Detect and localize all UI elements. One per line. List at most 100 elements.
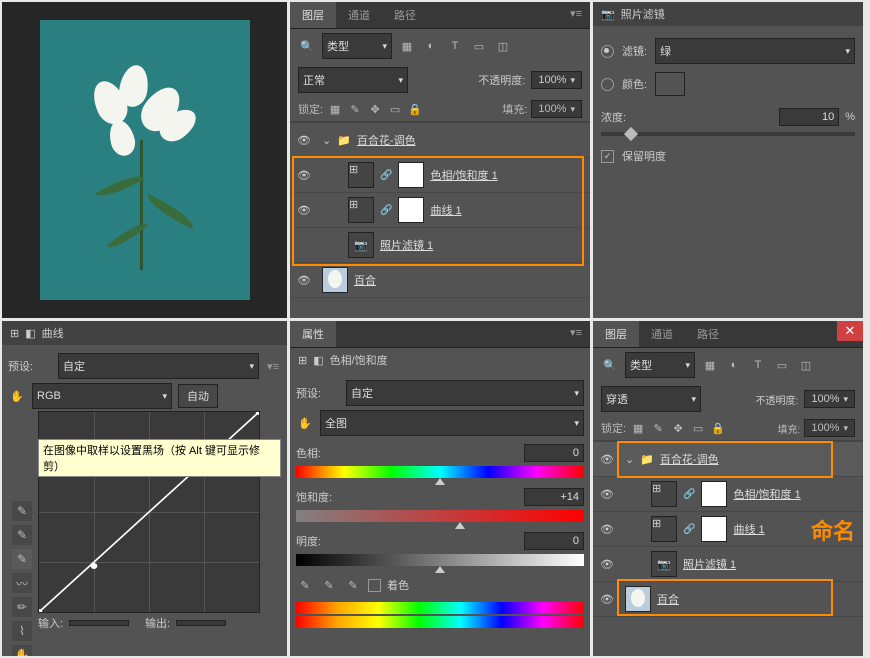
preset-select[interactable]: 自定▾ xyxy=(58,353,259,379)
tab-channels[interactable]: 通道 xyxy=(336,2,382,28)
blend-mode-select[interactable]: 正常▾ xyxy=(298,67,408,93)
input-value[interactable] xyxy=(69,620,129,626)
density-slider[interactable] xyxy=(601,132,855,136)
lock-pixels-icon[interactable]: ✎ xyxy=(650,420,666,436)
eyedropper-black-icon[interactable]: ✎ xyxy=(12,549,32,569)
color-radio[interactable] xyxy=(601,78,614,91)
lock-all-icon[interactable]: 🔒 xyxy=(407,101,423,117)
lock-pixels-icon[interactable]: ✎ xyxy=(347,101,363,117)
eyedropper-gray-icon[interactable]: ✎ xyxy=(12,525,32,545)
opacity-value[interactable]: 100%▾ xyxy=(804,390,855,408)
lock-position-icon[interactable]: ✥ xyxy=(670,420,686,436)
colorize-checkbox[interactable] xyxy=(368,579,381,592)
light-input[interactable]: 0 xyxy=(524,532,584,550)
adj-filter-icon[interactable]: ◐ xyxy=(422,37,440,55)
layer-photo-filter[interactable]: 📷照片滤镜 1 xyxy=(290,228,590,263)
photo-filter-panel: 📷照片滤镜 滤镜: 绿▾ 颜色: 浓度: 10 % ✓ 保留明度 xyxy=(593,2,863,318)
opacity-value[interactable]: 100%▾ xyxy=(531,71,582,89)
adj-icon: ⊞ xyxy=(298,354,307,367)
filter-type-select[interactable]: 类型▾ xyxy=(322,33,392,59)
fill-value[interactable]: 100%▾ xyxy=(804,419,855,437)
density-input[interactable]: 10 xyxy=(779,108,839,126)
tab-properties[interactable]: 属性 xyxy=(290,321,336,347)
layer-group[interactable]: 👁 ⌄📁百合花-调色 xyxy=(593,442,863,477)
adj-name: 色相/饱和度 xyxy=(330,352,388,368)
visibility-icon[interactable]: 👁 xyxy=(593,523,621,536)
filter-select[interactable]: 绿▾ xyxy=(655,38,855,64)
filter-radio[interactable] xyxy=(601,45,614,58)
preset-select[interactable]: 自定▾ xyxy=(346,380,584,406)
hue-input[interactable]: 0 xyxy=(524,444,584,462)
curve-edit-icon[interactable]: 〰 xyxy=(12,573,32,593)
chevron-down-icon[interactable]: ⌄ xyxy=(625,453,634,466)
layer-lily[interactable]: 👁 百合 xyxy=(290,263,590,298)
lock-all-icon[interactable]: 🔒 xyxy=(710,420,726,436)
layer-photo-filter[interactable]: 👁 📷照片滤镜 1 xyxy=(593,547,863,582)
panel-menu-icon[interactable]: ▾≡ xyxy=(562,2,590,28)
tab-channels[interactable]: 通道 xyxy=(639,321,685,347)
layer-label: 色相/饱和度 1 xyxy=(430,167,497,183)
smart-filter-icon[interactable]: ◫ xyxy=(494,37,512,55)
pencil-icon[interactable]: ✏ xyxy=(12,597,32,617)
tab-layers[interactable]: 图层 xyxy=(290,2,336,28)
sat-slider[interactable] xyxy=(296,510,584,522)
smart-filter-icon[interactable]: ◫ xyxy=(797,356,815,374)
lock-position-icon[interactable]: ✥ xyxy=(367,101,383,117)
text-filter-icon[interactable]: T xyxy=(749,356,767,374)
visibility-icon[interactable]: 👁 xyxy=(593,593,621,606)
panel-menu-icon[interactable]: ▾≡ xyxy=(562,321,590,347)
visibility-icon[interactable]: 👁 xyxy=(593,488,621,501)
lock-artboard-icon[interactable]: ▭ xyxy=(690,420,706,436)
blend-mode-select[interactable]: 穿透▾ xyxy=(601,386,701,412)
pixel-filter-icon[interactable]: ▦ xyxy=(398,37,416,55)
panel-menu-icon[interactable]: ▾≡ xyxy=(265,358,281,375)
visibility-icon[interactable]: 👁 xyxy=(290,274,318,287)
visibility-icon[interactable]: 👁 xyxy=(290,204,318,217)
pixel-filter-icon[interactable]: ▦ xyxy=(701,356,719,374)
filter-type-select[interactable]: 类型▾ xyxy=(625,352,695,378)
output-value[interactable] xyxy=(176,620,226,626)
fill-value[interactable]: 100%▾ xyxy=(531,100,582,118)
layer-group[interactable]: 👁 ⌄📁百合花-调色 xyxy=(290,123,590,158)
eyedropper-add-icon[interactable]: ✎ xyxy=(320,576,338,594)
layer-lily[interactable]: 👁 百合 xyxy=(593,582,863,617)
text-filter-icon[interactable]: T xyxy=(446,37,464,55)
channel-select[interactable]: RGB▾ xyxy=(32,383,172,409)
targeted-icon[interactable]: ✋ xyxy=(296,414,314,432)
visibility-icon[interactable]: 👁 xyxy=(290,169,318,182)
eyedropper-icon[interactable]: ✎ xyxy=(296,576,314,594)
eyedropper-sub-icon[interactable]: ✎ xyxy=(344,576,362,594)
eyedropper-white-icon[interactable]: ✎ xyxy=(12,501,32,521)
tab-paths[interactable]: 路径 xyxy=(685,321,731,347)
visibility-icon[interactable]: 👁 xyxy=(593,453,621,466)
hue-slider[interactable] xyxy=(296,466,584,478)
lock-artboard-icon[interactable]: ▭ xyxy=(387,101,403,117)
layer-hue-sat[interactable]: 👁 ⊞🔗色相/饱和度 1 xyxy=(290,158,590,193)
tab-paths[interactable]: 路径 xyxy=(382,2,428,28)
shape-filter-icon[interactable]: ▭ xyxy=(470,37,488,55)
targeted-icon[interactable]: ✋ xyxy=(8,387,26,405)
search-icon: 🔍 xyxy=(601,356,619,374)
layer-hue-sat[interactable]: 👁 ⊞🔗色相/饱和度 1 xyxy=(593,477,863,512)
preserve-checkbox[interactable]: ✓ xyxy=(601,150,614,163)
visibility-icon[interactable]: 👁 xyxy=(593,558,621,571)
range-select[interactable]: 全图▾ xyxy=(320,410,584,436)
lock-transparency-icon[interactable]: ▦ xyxy=(327,101,343,117)
adj-filter-icon[interactable]: ◐ xyxy=(725,356,743,374)
smooth-icon[interactable]: ⌇ xyxy=(12,621,32,641)
auto-button[interactable]: 自动 xyxy=(178,384,218,408)
shape-filter-icon[interactable]: ▭ xyxy=(773,356,791,374)
curves-icon: ⊞ xyxy=(10,327,19,340)
sat-input[interactable]: +14 xyxy=(524,488,584,506)
spectrum-bottom xyxy=(296,616,584,628)
layer-curves[interactable]: 👁 ⊞🔗曲线 1 xyxy=(290,193,590,228)
camera-icon: 📷 xyxy=(348,232,374,258)
tab-layers[interactable]: 图层 xyxy=(593,321,639,347)
visibility-icon[interactable]: 👁 xyxy=(290,134,318,147)
lock-transparency-icon[interactable]: ▦ xyxy=(630,420,646,436)
hand-icon[interactable]: ✋ xyxy=(12,645,32,656)
chevron-down-icon[interactable]: ⌄ xyxy=(322,134,331,147)
light-slider[interactable] xyxy=(296,554,584,566)
close-icon[interactable]: ✕ xyxy=(837,321,863,341)
color-swatch[interactable] xyxy=(655,72,685,96)
